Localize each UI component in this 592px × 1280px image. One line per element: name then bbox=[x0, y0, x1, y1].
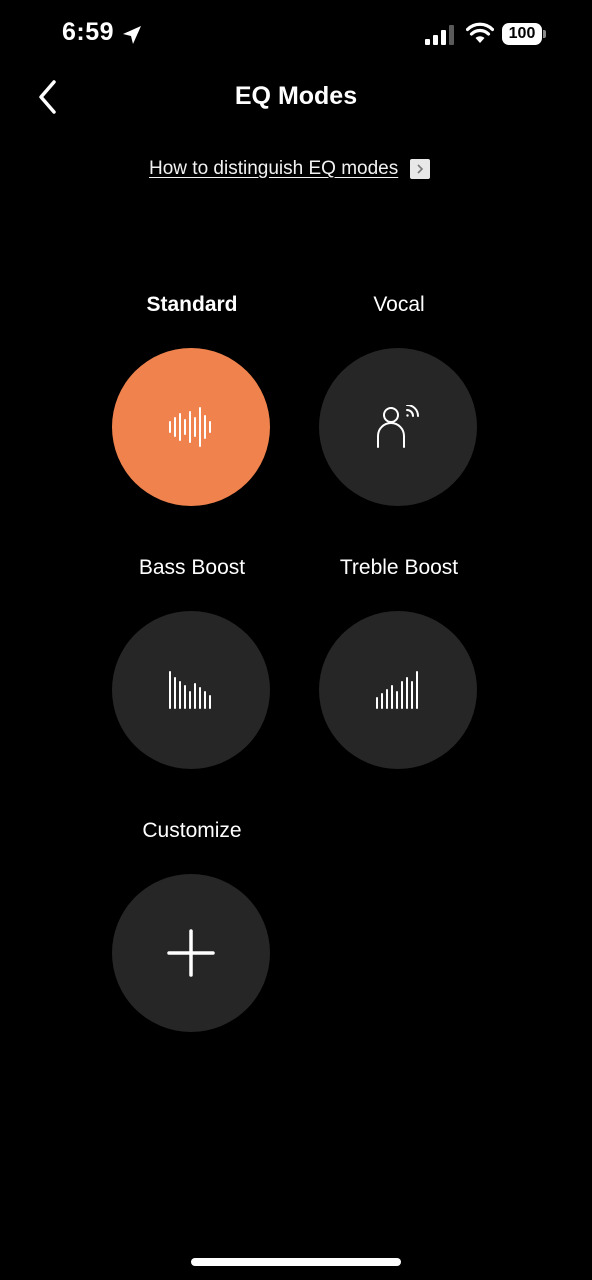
mode-label: Customize bbox=[142, 819, 242, 842]
mode-treble-boost[interactable]: Treble Boost bbox=[319, 553, 479, 769]
status-bar: 6:59 100 bbox=[0, 0, 592, 70]
cellular-signal-icon bbox=[425, 25, 454, 45]
treble-boost-bars-icon bbox=[376, 671, 418, 709]
mode-bass-boost-button[interactable] bbox=[112, 611, 270, 769]
chevron-right-icon[interactable] bbox=[410, 159, 431, 179]
vocal-person-icon bbox=[377, 405, 419, 448]
help-link[interactable]: How to distinguish EQ modes bbox=[149, 158, 431, 180]
mode-label: Bass Boost bbox=[138, 556, 246, 579]
page-title: EQ Modes bbox=[234, 82, 358, 110]
location-arrow-icon bbox=[123, 26, 141, 44]
status-time: 6:59 bbox=[62, 18, 115, 46]
mode-bass-boost[interactable]: Bass Boost bbox=[112, 553, 272, 769]
mode-vocal-button[interactable] bbox=[319, 348, 477, 506]
mode-label: Treble Boost bbox=[339, 556, 459, 579]
mode-standard-button[interactable] bbox=[112, 348, 270, 506]
mode-vocal[interactable]: Vocal bbox=[319, 290, 479, 506]
mode-treble-boost-button[interactable] bbox=[319, 611, 477, 769]
mode-label: Vocal bbox=[373, 293, 425, 316]
mode-standard[interactable]: Standard bbox=[112, 290, 272, 506]
bass-boost-bars-icon bbox=[169, 671, 211, 709]
home-indicator bbox=[191, 1258, 401, 1266]
waveform-icon bbox=[169, 407, 211, 447]
battery-tip bbox=[543, 30, 546, 38]
battery-indicator: 100 bbox=[502, 23, 542, 45]
plus-icon bbox=[167, 929, 215, 977]
wifi-icon bbox=[466, 22, 494, 43]
mode-customize-button[interactable] bbox=[112, 874, 270, 1032]
help-link-text[interactable]: How to distinguish EQ modes bbox=[149, 158, 398, 180]
mode-label: Standard bbox=[146, 293, 238, 316]
mode-customize[interactable]: Customize bbox=[112, 816, 272, 1032]
